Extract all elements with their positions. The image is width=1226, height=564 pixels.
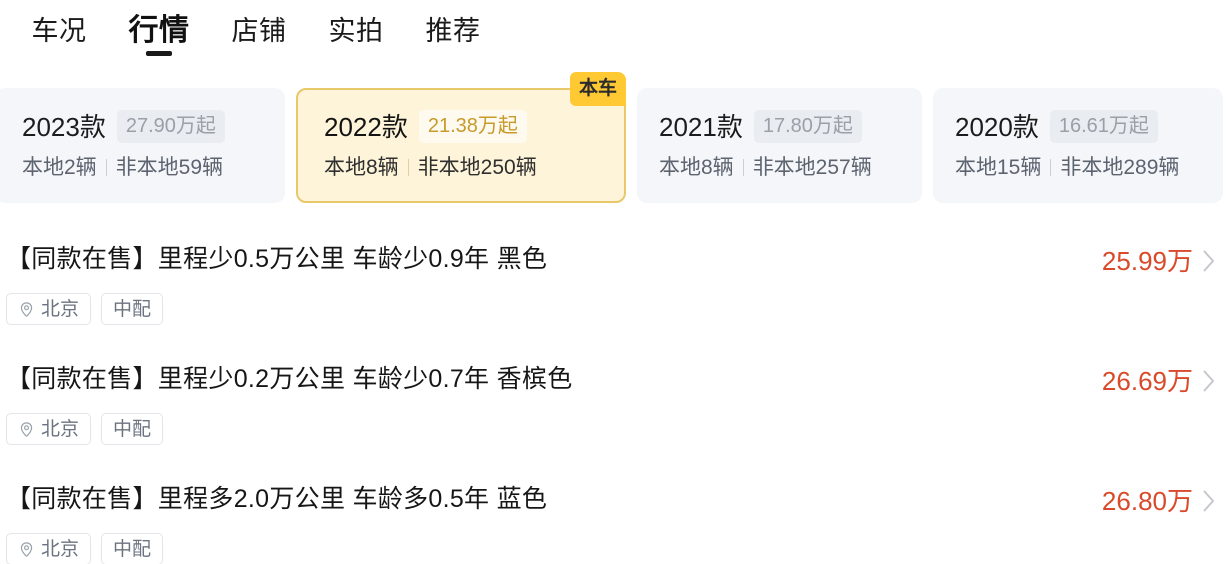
active-tab-underline [146,51,172,56]
location-pin-icon [18,421,35,438]
listing-city-tag[interactable]: 北京 [6,293,92,325]
listing-price: 25.99万 [1101,246,1193,276]
year-stock-counts: 本地2辆 非本地59辆 [22,157,285,178]
listing-trim-tag[interactable]: 中配 [101,533,164,564]
year-stock-counts: 本地15辆 非本地289辆 [955,157,1223,178]
current-car-badge: 本车 [569,72,626,106]
nonlocal-count: 非本地250辆 [417,156,537,179]
listing-row[interactable]: 【同款在售】里程多2.0万公里 车龄多0.5年 蓝色北京 中配 26.80万 [0,468,1226,564]
tab-label: 行情 [128,14,190,47]
listing-city-tag[interactable]: 北京 [6,533,92,564]
listing-price-group[interactable]: 25.99万 [1102,248,1216,274]
listing-tags: 北京 中配 [6,413,1226,445]
listing-row[interactable]: 【同款在售】里程少0.2万公里 车龄少0.7年 香槟色北京 中配 26.69万 [0,348,1226,468]
chevron-right-icon[interactable] [1202,370,1216,392]
tab-2[interactable]: 行情 [129,16,190,56]
car-detail-market-page: 案车况行情店铺实拍推荐 2023款27.90万起本地2辆非本地59辆2022款2… [0,0,1226,564]
tab-4[interactable]: 实拍 [328,15,384,55]
model-year-card-strip[interactable]: 2023款 27.90万起 本地2辆 非本地59辆 2022款 21.38万起 本地8辆 非本… [0,72,1226,203]
location-pin-icon [18,301,35,318]
listing-trim-tag[interactable]: 中配 [101,413,164,445]
listing-row[interactable]: 【同款在售】里程少0.5万公里 车龄少0.9年 黑色北京 中配 25.99万 [0,228,1226,348]
listing-trim-label: 中配 [113,418,152,440]
nonlocal-count: 非本地289辆 [1060,156,1180,179]
tab-label: 实拍 [328,15,384,46]
listing-tags: 北京 中配 [6,293,1226,325]
listing-title: 【同款在售】里程少0.2万公里 车龄少0.7年 香槟色 [6,365,573,393]
listing-price-group[interactable]: 26.80万 [1102,488,1216,514]
section-tabs: 案车况行情店铺实拍推荐 [0,0,1226,72]
year-stock-counts: 本地8辆 非本地250辆 [324,157,624,178]
listing-price-group[interactable]: 26.69万 [1102,368,1216,394]
tab-label: 店铺 [231,15,287,46]
count-separator [1050,159,1052,176]
tab-1[interactable]: 车况 [31,15,87,55]
listing-city-tag[interactable]: 北京 [6,413,92,445]
count-separator [105,159,107,176]
year-price-from-badge: 21.38万起 [418,110,527,143]
listing-trim-label: 中配 [113,298,152,320]
listing-city-label: 北京 [41,298,80,320]
listing-tags: 北京 中配 [6,533,1226,564]
listing-trim-label: 中配 [113,538,152,560]
listing-price: 26.69万 [1101,366,1193,396]
year-label: 2021款 [659,111,743,142]
tab-3[interactable]: 店铺 [231,15,287,55]
year-label: 2022款 [324,111,408,142]
local-count: 本地15辆 [955,156,1042,179]
local-count: 本地8辆 [324,156,399,179]
year-card-2023[interactable]: 2023款 27.90万起 本地2辆 非本地59辆 [0,88,285,203]
year-label: 2023款 [22,111,106,142]
count-separator [742,159,744,176]
similar-listings-list: 【同款在售】里程少0.5万公里 车龄少0.9年 黑色 北京 中配 25.99万 【同款在… [0,228,1226,564]
year-label: 2020款 [955,111,1039,142]
listing-city-label: 北京 [41,538,80,560]
chevron-right-icon[interactable] [1202,490,1216,512]
chevron-right-icon[interactable] [1202,250,1216,272]
listing-title: 【同款在售】里程多2.0万公里 车龄多0.5年 蓝色 [6,485,548,513]
local-count: 本地8辆 [659,156,734,179]
nonlocal-count: 非本地257辆 [752,156,872,179]
listing-title: 【同款在售】里程少0.5万公里 车龄少0.9年 黑色 [6,245,548,273]
year-card-header: 2022款 21.38万起 [324,110,624,143]
location-pin-icon [18,541,35,558]
year-card-2022[interactable]: 2022款 21.38万起 本地8辆 非本地250辆 本车 [296,72,626,203]
tab-label: 推荐 [425,15,481,46]
year-card-header: 2020款 16.61万起 [955,110,1223,143]
listing-trim-tag[interactable]: 中配 [101,293,164,325]
local-count: 本地2辆 [22,156,97,179]
year-card-2020[interactable]: 2020款 16.61万起 本地15辆 非本地289辆 [933,88,1223,203]
tab-label: 车况 [31,15,87,46]
year-card-header: 2023款 27.90万起 [22,110,285,143]
listing-city-label: 北京 [41,418,80,440]
count-separator [407,159,409,176]
year-stock-counts: 本地8辆 非本地257辆 [659,157,922,178]
listing-price: 26.80万 [1101,486,1193,516]
year-card-2021[interactable]: 2021款 17.80万起 本地8辆 非本地257辆 [637,88,922,203]
year-price-from-badge: 27.90万起 [116,110,225,143]
year-price-from-badge: 17.80万起 [753,110,862,143]
year-price-from-badge: 16.61万起 [1049,110,1158,143]
tab-5[interactable]: 推荐 [425,15,481,55]
nonlocal-count: 非本地59辆 [115,156,224,179]
year-card-header: 2021款 17.80万起 [659,110,922,143]
